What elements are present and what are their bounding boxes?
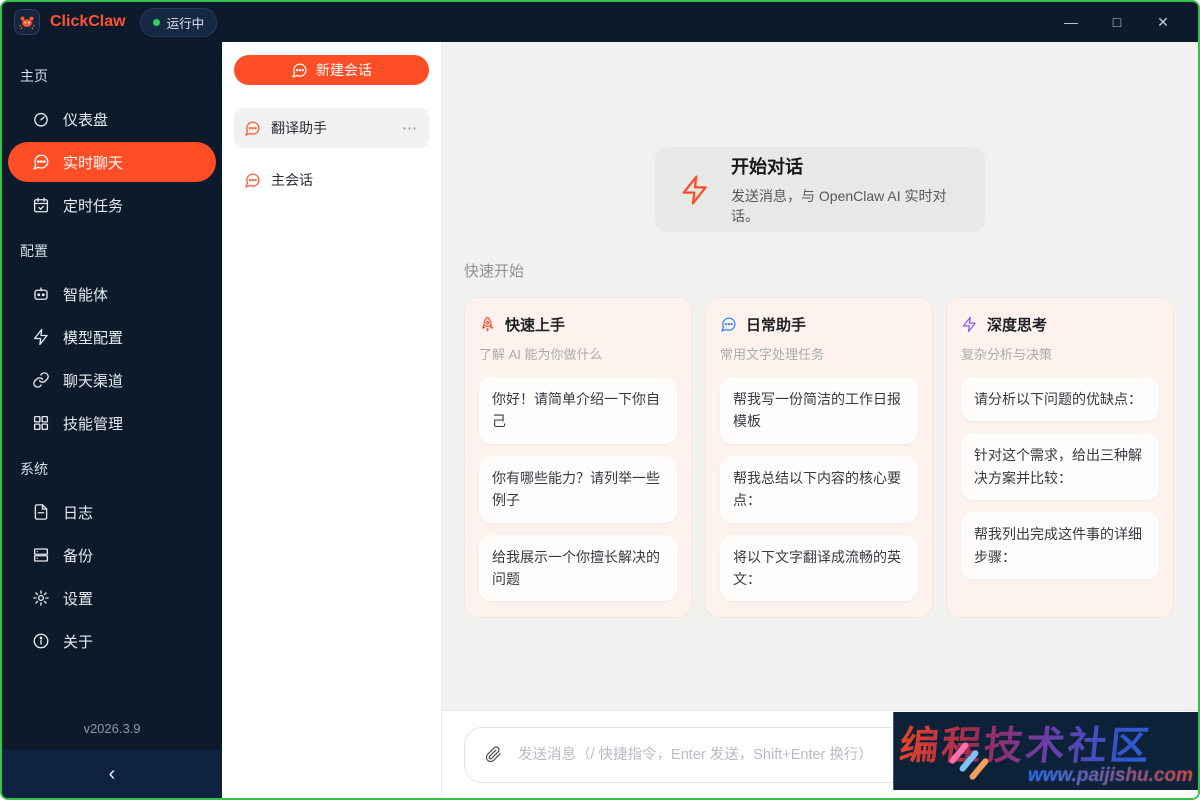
- chat-welcome-area: 开始对话 发送消息，与 OpenClaw AI 实时对话。 快速开始 快速上手: [442, 42, 1198, 710]
- sidebar-item-label: 关于: [63, 631, 93, 652]
- prompt-chip[interactable]: 你有哪些能力？请列举一些例子: [479, 456, 677, 523]
- prompt-chip[interactable]: 帮我写一份简洁的工作日报模板: [720, 377, 918, 444]
- maximize-button[interactable]: □: [1094, 2, 1140, 42]
- link-icon: [32, 371, 50, 389]
- crab-logo-icon: [18, 13, 36, 31]
- sidebar-item-settings[interactable]: 设置: [8, 578, 216, 618]
- info-icon: [32, 632, 50, 650]
- app-logo: [14, 9, 40, 35]
- sidebar-item-logs[interactable]: 日志: [8, 492, 216, 532]
- sessions-panel: 新建会话 翻译助手 ⋯ 主会话: [222, 42, 442, 798]
- lightning-icon: [679, 174, 711, 206]
- grid-icon: [32, 414, 50, 432]
- card-daily-assistant: 日常助手 常用文字处理任务 帮我写一份简洁的工作日报模板 帮我总结以下内容的核心…: [705, 297, 933, 618]
- minimize-button[interactable]: —: [1048, 2, 1094, 42]
- watermark-title: 编程技术社区: [897, 715, 1198, 771]
- app-window: ClickClaw 运行中 — □ ✕ 主页 仪表盘: [0, 0, 1200, 800]
- quick-start-label: 快速开始: [464, 260, 1198, 281]
- window-controls: — □ ✕: [1048, 2, 1186, 42]
- gauge-icon: [32, 110, 50, 128]
- paperclip-icon[interactable]: [485, 746, 502, 763]
- status-dot-icon: [153, 19, 160, 26]
- status-label: 运行中: [167, 13, 205, 32]
- robot-icon: [32, 285, 50, 303]
- prompt-chip[interactable]: 帮我总结以下内容的核心要点：: [720, 456, 918, 523]
- quick-start-cards: 快速上手 了解 AI 能为你做什么 你好！请简单介绍一下你自己 你有哪些能力？请…: [464, 297, 1174, 618]
- sidebar-item-about[interactable]: 关于: [8, 621, 216, 661]
- watermark-url: www.paijishu.com: [1028, 765, 1193, 787]
- app-version: v2026.3.9: [2, 711, 222, 750]
- sidebar-item-model-config[interactable]: 模型配置: [8, 317, 216, 357]
- sidebar-item-agents[interactable]: 智能体: [8, 274, 216, 314]
- file-icon: [32, 503, 50, 521]
- chat-bubble-icon: [244, 120, 261, 137]
- prompt-chip[interactable]: 针对这个需求，给出三种解决方案并比较：: [961, 433, 1159, 500]
- session-item-translator[interactable]: 翻译助手 ⋯: [234, 108, 429, 148]
- start-conversation-banner: 开始对话 发送消息，与 OpenClaw AI 实时对话。: [655, 147, 985, 232]
- card-title: 日常助手: [746, 314, 806, 335]
- main-area: 开始对话 发送消息，与 OpenClaw AI 实时对话。 快速开始 快速上手: [442, 42, 1198, 798]
- app-title: ClickClaw: [50, 13, 126, 31]
- prompt-chip[interactable]: 给我展示一个你擅长解决的问题: [479, 535, 677, 602]
- prompt-chip[interactable]: 将以下文字翻译成流畅的英文：: [720, 535, 918, 602]
- new-session-button[interactable]: 新建会话: [234, 55, 429, 85]
- sidebar-section-config: 配置: [2, 231, 222, 271]
- sidebar-item-scheduled-tasks[interactable]: 定时任务: [8, 185, 216, 225]
- session-item-main[interactable]: 主会话: [234, 160, 429, 200]
- close-button[interactable]: ✕: [1140, 2, 1186, 42]
- chevron-left-icon: ‹: [109, 763, 116, 786]
- card-title: 快速上手: [505, 314, 565, 335]
- sidebar-item-label: 备份: [63, 545, 93, 566]
- sidebar-item-chat-channels[interactable]: 聊天渠道: [8, 360, 216, 400]
- session-label: 翻译助手: [271, 118, 327, 138]
- prompt-chip[interactable]: 请分析以下问题的优缺点：: [961, 377, 1159, 421]
- bolt-icon: [961, 316, 978, 333]
- sidebar-item-label: 定时任务: [63, 195, 123, 216]
- chat-icon: [720, 316, 737, 333]
- sidebar-nav: 主页 仪表盘 实时聊天 定时任务: [2, 42, 222, 664]
- zap-icon: [32, 328, 50, 346]
- sidebar-collapse-button[interactable]: ‹: [2, 750, 222, 798]
- sidebar: 主页 仪表盘 实时聊天 定时任务: [2, 42, 222, 798]
- sidebar-section-system: 系统: [2, 449, 222, 489]
- sidebar-item-label: 日志: [63, 502, 93, 523]
- calendar-icon: [32, 196, 50, 214]
- card-quick-start: 快速上手 了解 AI 能为你做什么 你好！请简单介绍一下你自己 你有哪些能力？请…: [464, 297, 692, 618]
- sidebar-item-label: 模型配置: [63, 327, 123, 348]
- rocket-icon: [479, 316, 496, 333]
- chat-bubble-icon: [244, 172, 261, 189]
- hero-title: 开始对话: [731, 153, 961, 179]
- session-label: 主会话: [271, 170, 313, 190]
- session-menu-icon[interactable]: ⋯: [402, 119, 419, 137]
- card-subtitle: 复杂分析与决策: [961, 344, 1159, 363]
- watermark: 编程技术社区 www.paijishu.com: [893, 712, 1198, 790]
- new-session-label: 新建会话: [316, 60, 372, 80]
- sidebar-item-label: 技能管理: [63, 413, 123, 434]
- card-title: 深度思考: [987, 314, 1047, 335]
- sidebar-item-dashboard[interactable]: 仪表盘: [8, 99, 216, 139]
- sidebar-item-backup[interactable]: 备份: [8, 535, 216, 575]
- card-deep-thinking: 深度思考 复杂分析与决策 请分析以下问题的优缺点： 针对这个需求，给出三种解决方…: [946, 297, 1174, 618]
- sidebar-item-label: 仪表盘: [63, 109, 108, 130]
- prompt-chip[interactable]: 帮我列出完成这件事的详细步骤：: [961, 512, 1159, 579]
- sidebar-item-label: 聊天渠道: [63, 370, 123, 391]
- status-badge: 运行中: [140, 8, 218, 37]
- card-subtitle: 常用文字处理任务: [720, 344, 918, 363]
- chat-bubble-icon: [291, 62, 308, 79]
- sidebar-item-realtime-chat[interactable]: 实时聊天: [8, 142, 216, 182]
- sidebar-item-skill-management[interactable]: 技能管理: [8, 403, 216, 443]
- sidebar-item-label: 智能体: [63, 284, 108, 305]
- gear-icon: [32, 589, 50, 607]
- prompt-chip[interactable]: 你好！请简单介绍一下你自己: [479, 377, 677, 444]
- title-bar: ClickClaw 运行中 — □ ✕: [2, 2, 1198, 42]
- archive-icon: [32, 546, 50, 564]
- card-subtitle: 了解 AI 能为你做什么: [479, 344, 677, 363]
- sidebar-item-label: 实时聊天: [63, 152, 123, 173]
- chat-bubble-icon: [32, 153, 50, 171]
- sidebar-item-label: 设置: [63, 588, 93, 609]
- hero-description: 发送消息，与 OpenClaw AI 实时对话。: [731, 186, 961, 226]
- sidebar-section-home: 主页: [2, 56, 222, 96]
